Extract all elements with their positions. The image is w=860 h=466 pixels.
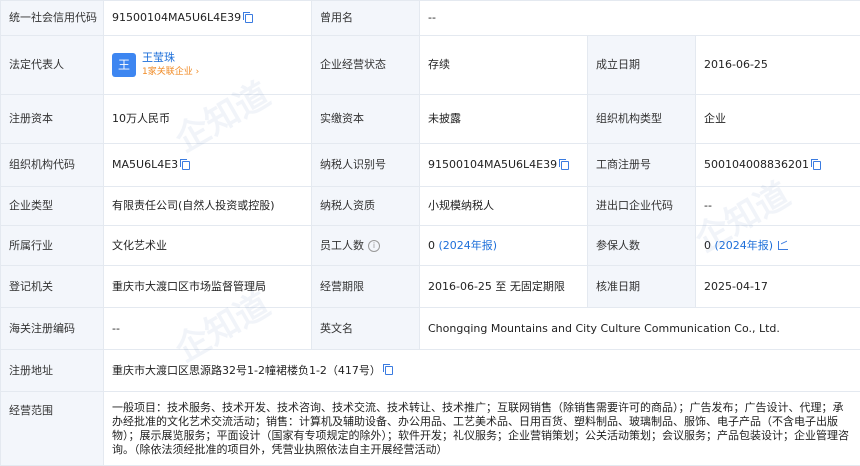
table-row: 经营范围 一般项目：技术服务、技术开发、技术咨询、技术交流、技术转让、技术推广；… [1, 392, 860, 466]
value-insured: 0 [704, 239, 711, 252]
label-insured: 参保人数 [588, 226, 696, 266]
label-paid-capital: 实缴资本 [312, 95, 420, 144]
table-row: 注册资本 10万人民币 实缴资本 未披露 组织机构类型 企业 [1, 95, 860, 144]
value-approval-date: 2025-04-17 [696, 266, 860, 308]
copy-icon[interactable] [813, 161, 821, 170]
value-english-name: Chongqing Mountains and City Culture Com… [420, 308, 860, 350]
legal-rep-cell: 王王莹珠 1家关联企业 › [104, 36, 312, 95]
value-business-term: 2016-06-25 至 无固定期限 [420, 266, 588, 308]
value-import-export-code: -- [696, 187, 860, 226]
label-org-type: 组织机构类型 [588, 95, 696, 144]
table-row: 海关注册编码 -- 英文名 Chongqing Mountains and Ci… [1, 308, 860, 350]
label-english-name: 英文名 [312, 308, 420, 350]
label-taxpayer-qual: 纳税人资质 [312, 187, 420, 226]
value-employees-cell: 0 (2024年报) [420, 226, 588, 266]
copy-icon[interactable] [245, 14, 253, 23]
value-company-type: 有限责任公司(自然人投资或控股) [104, 187, 312, 226]
avatar: 王 [112, 53, 136, 77]
business-info-table: 统一社会信用代码 91500104MA5U6L4E39 曾用名 -- 法定代表人… [0, 0, 860, 466]
copy-icon[interactable] [182, 161, 190, 170]
table-row: 组织机构代码 MA5U6L4E3 纳税人识别号 91500104MA5U6L4E… [1, 144, 860, 187]
label-taxpayer-id: 纳税人识别号 [312, 144, 420, 187]
label-business-scope: 经营范围 [1, 392, 104, 466]
value-reg-number: 500104008836201 [704, 158, 809, 171]
legal-rep-name-link[interactable]: 王莹珠 [142, 51, 175, 64]
label-credit-code: 统一社会信用代码 [1, 1, 104, 36]
table-row: 所属行业 文化艺术业 员工人数 i 0 (2024年报) 参保人数 0 (2024… [1, 226, 860, 266]
value-reg-capital: 10万人民币 [104, 95, 312, 144]
chart-icon[interactable] [778, 241, 788, 250]
legal-rep-info: 王莹珠 1家关联企业 › [142, 51, 199, 79]
value-org-type: 企业 [696, 95, 860, 144]
value-credit-code: 91500104MA5U6L4E39 [112, 11, 241, 24]
value-taxpayer-id-cell: 91500104MA5U6L4E39 [420, 144, 588, 187]
label-approval-date: 核准日期 [588, 266, 696, 308]
value-former-name: -- [420, 1, 860, 36]
label-org-code: 组织机构代码 [1, 144, 104, 187]
value-industry: 文化艺术业 [104, 226, 312, 266]
copy-icon[interactable] [385, 366, 393, 375]
value-business-scope: 一般项目：技术服务、技术开发、技术咨询、技术交流、技术转让、技术推广；互联网销售… [104, 392, 860, 466]
label-employees: 员工人数 [320, 239, 364, 252]
value-employees: 0 [428, 239, 435, 252]
label-business-term: 经营期限 [312, 266, 420, 308]
table-row: 登记机关 重庆市大渡口区市场监督管理局 经营期限 2016-06-25 至 无固… [1, 266, 860, 308]
value-org-code-cell: MA5U6L4E3 [104, 144, 312, 187]
value-credit-code-cell: 91500104MA5U6L4E39 [104, 1, 312, 36]
label-former-name: 曾用名 [312, 1, 420, 36]
label-legal-rep: 法定代表人 [1, 36, 104, 95]
table-row: 注册地址 重庆市大渡口区思源路32号1-2幢裙楼负1-2（417号） [1, 350, 860, 392]
value-address: 重庆市大渡口区思源路32号1-2幢裙楼负1-2（417号） [112, 364, 381, 377]
value-taxpayer-id: 91500104MA5U6L4E39 [428, 158, 557, 171]
value-address-cell: 重庆市大渡口区思源路32号1-2幢裙楼负1-2（417号） [104, 350, 860, 392]
label-status: 企业经营状态 [312, 36, 420, 95]
value-paid-capital: 未披露 [420, 95, 588, 144]
value-org-code: MA5U6L4E3 [112, 158, 178, 171]
copy-icon[interactable] [561, 161, 569, 170]
annual-report-link[interactable]: (2024年报) [715, 239, 774, 252]
related-companies-link[interactable]: 1家关联企业 › [142, 67, 199, 77]
table-row: 统一社会信用代码 91500104MA5U6L4E39 曾用名 -- [1, 1, 860, 36]
label-registrar: 登记机关 [1, 266, 104, 308]
label-employees-cell: 员工人数 i [312, 226, 420, 266]
label-reg-number: 工商注册号 [588, 144, 696, 187]
label-customs-code: 海关注册编码 [1, 308, 104, 350]
table-row: 企业类型 有限责任公司(自然人投资或控股) 纳税人资质 小规模纳税人 进出口企业… [1, 187, 860, 226]
value-reg-number-cell: 500104008836201 [696, 144, 860, 187]
value-taxpayer-qual: 小规模纳税人 [420, 187, 588, 226]
value-founded: 2016-06-25 [696, 36, 860, 95]
value-customs-code: -- [104, 308, 312, 350]
info-icon[interactable]: i [368, 240, 380, 252]
label-industry: 所属行业 [1, 226, 104, 266]
value-insured-cell: 0 (2024年报) [696, 226, 860, 266]
value-registrar: 重庆市大渡口区市场监督管理局 [104, 266, 312, 308]
annual-report-link[interactable]: (2024年报) [439, 239, 498, 252]
table-row: 法定代表人 王王莹珠 1家关联企业 › 企业经营状态 存续 成立日期 2016-0… [1, 36, 860, 95]
value-status: 存续 [420, 36, 588, 95]
label-reg-capital: 注册资本 [1, 95, 104, 144]
label-import-export-code: 进出口企业代码 [588, 187, 696, 226]
label-company-type: 企业类型 [1, 187, 104, 226]
label-address: 注册地址 [1, 350, 104, 392]
label-founded: 成立日期 [588, 36, 696, 95]
